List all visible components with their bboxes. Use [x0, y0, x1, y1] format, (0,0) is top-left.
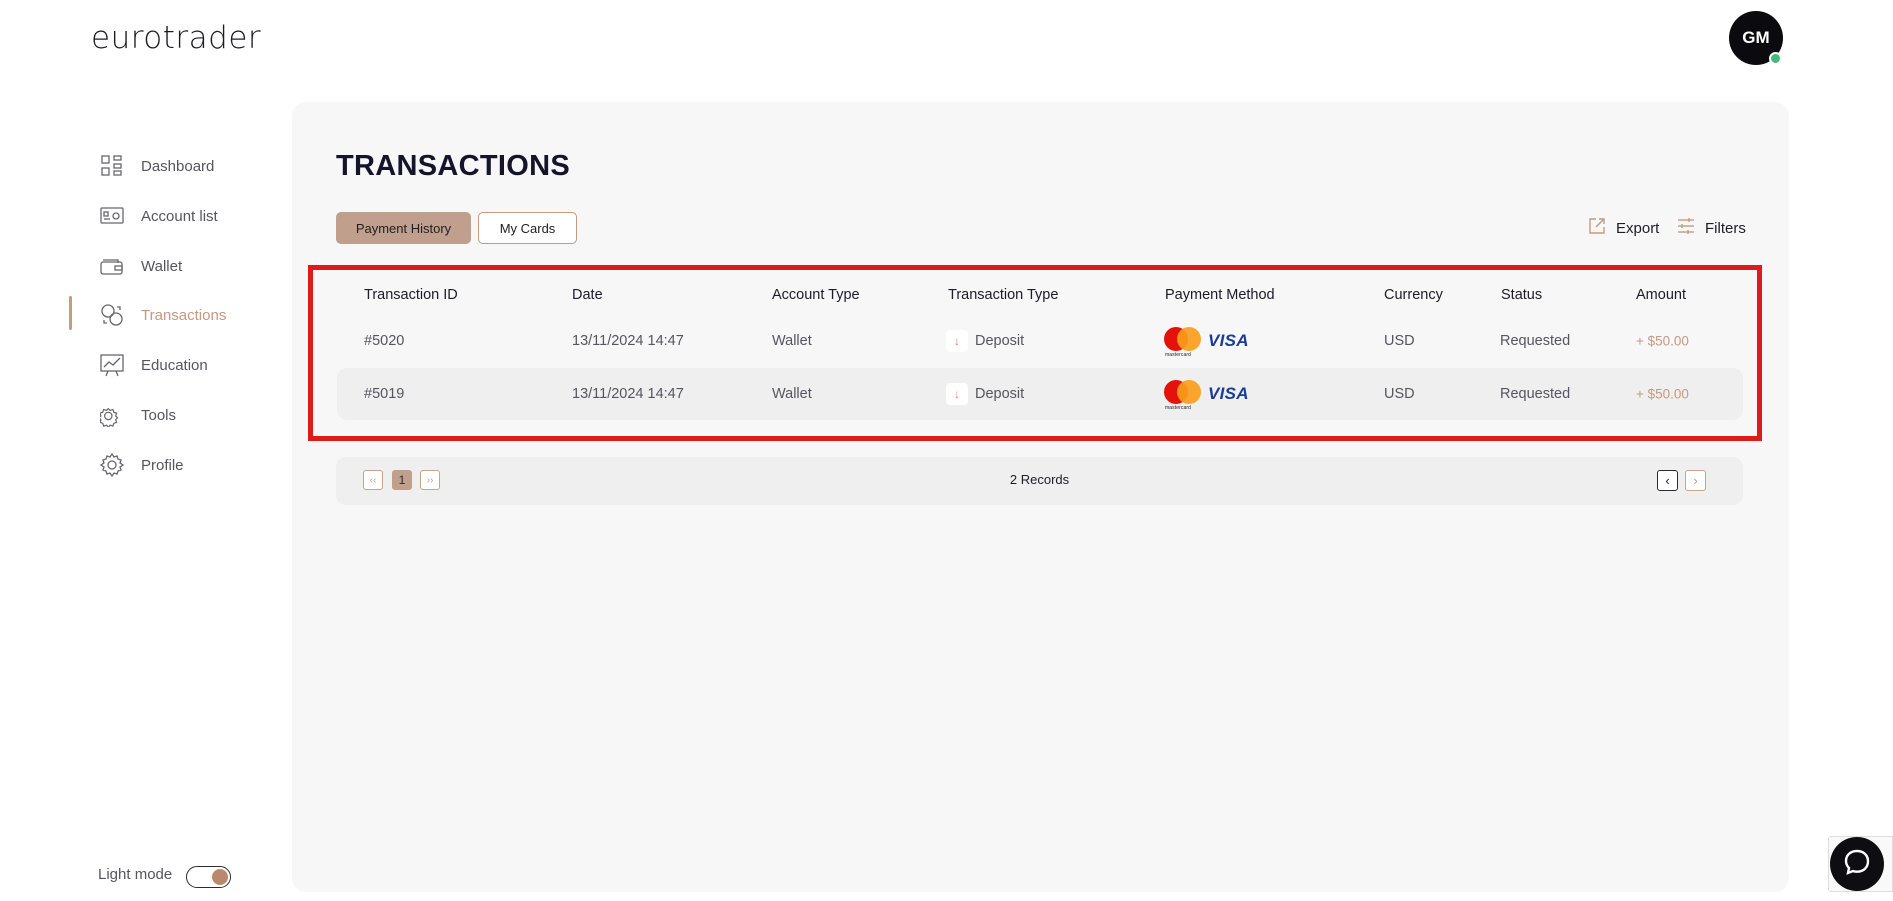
wallet-icon — [100, 254, 124, 278]
gear-cluster-icon — [100, 403, 124, 427]
online-status-dot — [1769, 52, 1782, 65]
prev-page-button[interactable]: ‹ — [1657, 470, 1678, 491]
sidebar-item-label: Account list — [141, 207, 218, 225]
export-label: Export — [1616, 219, 1660, 237]
next-page-button[interactable]: › — [1685, 470, 1706, 491]
gear-icon — [100, 453, 124, 477]
records-count: 2 Records — [1009, 472, 1070, 487]
sidebar-item-education[interactable]: Education — [100, 350, 208, 380]
sidebar-item-label: Profile — [141, 456, 184, 474]
light-mode-toggle[interactable] — [186, 866, 231, 888]
sidebar-item-transactions[interactable]: Transactions — [100, 300, 226, 330]
pagination-bar: ‹‹ 1 ›› 2 Records ‹ › — [336, 457, 1743, 505]
chat-launcher-button[interactable] — [1830, 837, 1884, 891]
light-mode-label: Light mode — [98, 866, 173, 883]
tab-payment-history[interactable]: Payment History — [336, 212, 471, 244]
sidebar-item-wallet[interactable]: Wallet — [100, 251, 182, 281]
chat-bubble-icon — [1842, 847, 1872, 882]
account-card-icon — [100, 204, 124, 228]
sidebar-item-label: Dashboard — [141, 157, 215, 175]
sliders-icon — [1677, 217, 1695, 240]
sidebar-item-tools[interactable]: Tools — [100, 400, 176, 430]
highlight-frame — [308, 265, 1762, 441]
sidebar-active-indicator — [69, 296, 72, 330]
tab-my-cards[interactable]: My Cards — [478, 212, 577, 244]
sidebar-item-label: Education — [141, 356, 208, 374]
export-button[interactable]: Export — [1588, 216, 1659, 240]
grid-icon — [100, 154, 124, 178]
toggle-knob — [212, 869, 228, 885]
sidebar-item-dashboard[interactable]: Dashboard — [100, 151, 214, 181]
filters-label: Filters — [1705, 219, 1746, 237]
transactions-icon — [100, 303, 124, 327]
app-root: eurotrader GM Dashboard Account list Wal… — [0, 0, 1893, 901]
filters-button[interactable]: Filters — [1677, 216, 1746, 240]
brand-logo[interactable]: eurotrader — [91, 20, 261, 56]
sidebar-item-label: Tools — [141, 406, 177, 424]
external-link-icon — [1588, 217, 1606, 240]
page-title: TRANSACTIONS — [336, 150, 570, 182]
sidebar-item-label: Transactions — [141, 306, 227, 324]
sidebar-item-account-list[interactable]: Account list — [100, 201, 218, 231]
sidebar-item-profile[interactable]: Profile — [100, 450, 184, 480]
sidebar-item-label: Wallet — [141, 257, 183, 275]
chart-board-icon — [100, 353, 124, 377]
